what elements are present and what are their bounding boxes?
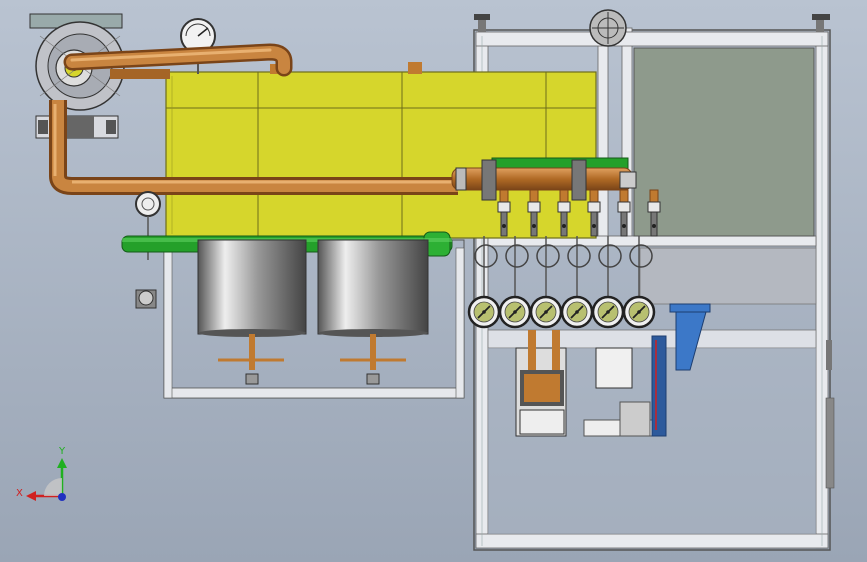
y-axis-label: Y bbox=[58, 446, 66, 457]
top-fan-assembly bbox=[589, 9, 627, 47]
side-panel bbox=[633, 47, 815, 237]
x-axis-label: X bbox=[16, 488, 23, 499]
pump-base-block bbox=[35, 115, 119, 139]
cad-viewport[interactable]: X Y bbox=[0, 0, 867, 562]
